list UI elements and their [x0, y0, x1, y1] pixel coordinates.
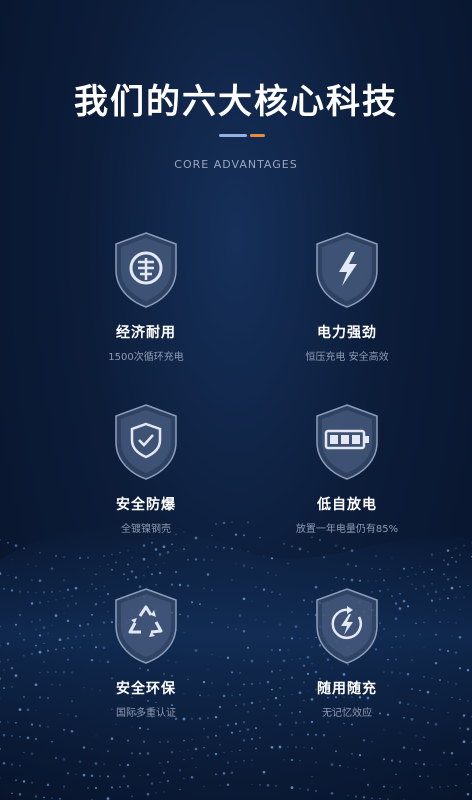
recycle-icon — [115, 588, 177, 664]
shield-check-icon — [115, 404, 177, 480]
feature-title: 经济耐用 — [116, 325, 176, 341]
page-subtitle: CORE ADVANTAGES — [174, 158, 298, 171]
feature-title: 安全防爆 — [116, 497, 176, 513]
feature-description: 国际多重认证 — [116, 708, 176, 719]
charge-cycle-icon — [316, 588, 378, 664]
feature-description: 恒压充电 安全高效 — [305, 352, 389, 363]
feature-description: 1500次循环充电 — [108, 352, 184, 363]
feature-card: 电力强劲 恒压充电 安全高效 — [247, 230, 447, 363]
title-accent-bar-blue — [219, 134, 247, 137]
feature-card: 低自放电 放置一年电量仍有85% — [247, 402, 447, 535]
feature-description: 放置一年电量仍有85% — [295, 524, 399, 535]
feature-title: 低自放电 — [317, 497, 377, 513]
coin-icon — [115, 232, 177, 308]
feature-title: 随用随充 — [317, 681, 377, 697]
title-accent-bar-orange — [250, 134, 265, 137]
battery-icon — [316, 404, 378, 480]
feature-card: 安全环保 国际多重认证 — [46, 586, 246, 719]
feature-title: 安全环保 — [116, 681, 176, 697]
feature-card: 安全防爆 全镀镍钢壳 — [46, 402, 246, 535]
feature-description: 全镀镍钢壳 — [121, 524, 171, 535]
feature-description: 无记忆效应 — [322, 708, 372, 719]
page-title: 我们的六大核心科技 — [74, 82, 398, 122]
lightning-icon — [316, 232, 378, 308]
feature-title: 电力强劲 — [317, 325, 377, 341]
feature-card: 经济耐用 1500次循环充电 — [46, 230, 246, 363]
feature-card: 随用随充 无记忆效应 — [247, 586, 447, 719]
